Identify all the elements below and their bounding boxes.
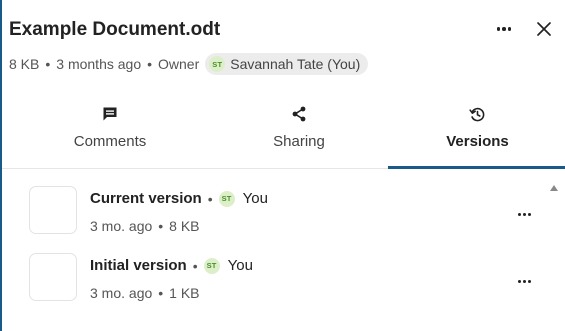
version-size: 8 KB — [169, 218, 200, 234]
meta-separator: • — [158, 218, 164, 234]
version-thumbnail — [29, 186, 77, 234]
close-icon[interactable] — [535, 20, 553, 38]
comment-icon — [102, 104, 118, 124]
tab-label: Comments — [73, 133, 147, 150]
owner-name: Savannah Tate (You) — [230, 56, 361, 72]
version-thumbnail — [29, 253, 77, 301]
meta-separator: • — [207, 190, 213, 207]
more-actions-button[interactable] — [493, 20, 515, 38]
tab-versions[interactable]: Versions — [388, 98, 565, 169]
meta-separator: • — [192, 257, 198, 274]
version-item[interactable]: Initial version • ST You 3 mo. ago • 1 K… — [2, 245, 550, 301]
file-title: Example Document.odt — [9, 19, 221, 40]
avatar: ST — [218, 190, 235, 207]
sidebar-panel: Example Document.odt 8 KB • 3 months ago… — [0, 0, 565, 331]
version-item[interactable]: Current version • ST You 3 mo. ago • 8 K… — [2, 178, 550, 234]
more-horizontal-icon — [517, 212, 531, 216]
file-size: 8 KB — [9, 56, 40, 72]
version-age: 3 mo. ago — [90, 285, 153, 301]
more-horizontal-icon — [517, 279, 531, 283]
more-horizontal-icon — [496, 27, 512, 31]
meta-separator: • — [45, 56, 51, 72]
avatar: ST — [209, 56, 226, 72]
history-icon — [469, 104, 486, 124]
file-header: Example Document.odt — [9, 18, 565, 42]
avatar: ST — [203, 257, 220, 274]
owner-label: Owner — [158, 56, 200, 72]
version-author: You — [242, 190, 268, 207]
scroll-up-arrow-icon[interactable] — [549, 184, 559, 192]
version-more-button[interactable] — [514, 273, 534, 289]
version-author: You — [227, 257, 253, 274]
file-meta: 8 KB • 3 months ago • Owner ST Savannah … — [9, 53, 369, 75]
owner-chip[interactable]: ST Savannah Tate (You) — [205, 53, 369, 75]
tab-bar: Comments Sharing Versions — [2, 98, 565, 169]
tab-sharing[interactable]: Sharing — [210, 98, 388, 168]
file-modified: 3 months ago — [56, 56, 142, 72]
tab-label: Sharing — [273, 133, 325, 150]
tab-label: Versions — [446, 133, 509, 150]
version-size: 1 KB — [169, 285, 200, 301]
version-name: Initial version — [90, 257, 187, 274]
tab-comments[interactable]: Comments — [10, 98, 210, 168]
header-actions — [493, 20, 553, 38]
meta-separator: • — [158, 285, 164, 301]
version-age: 3 mo. ago — [90, 218, 153, 234]
version-name: Current version — [90, 190, 202, 207]
meta-separator: • — [147, 56, 153, 72]
share-icon — [291, 104, 307, 124]
version-more-button[interactable] — [514, 206, 534, 222]
